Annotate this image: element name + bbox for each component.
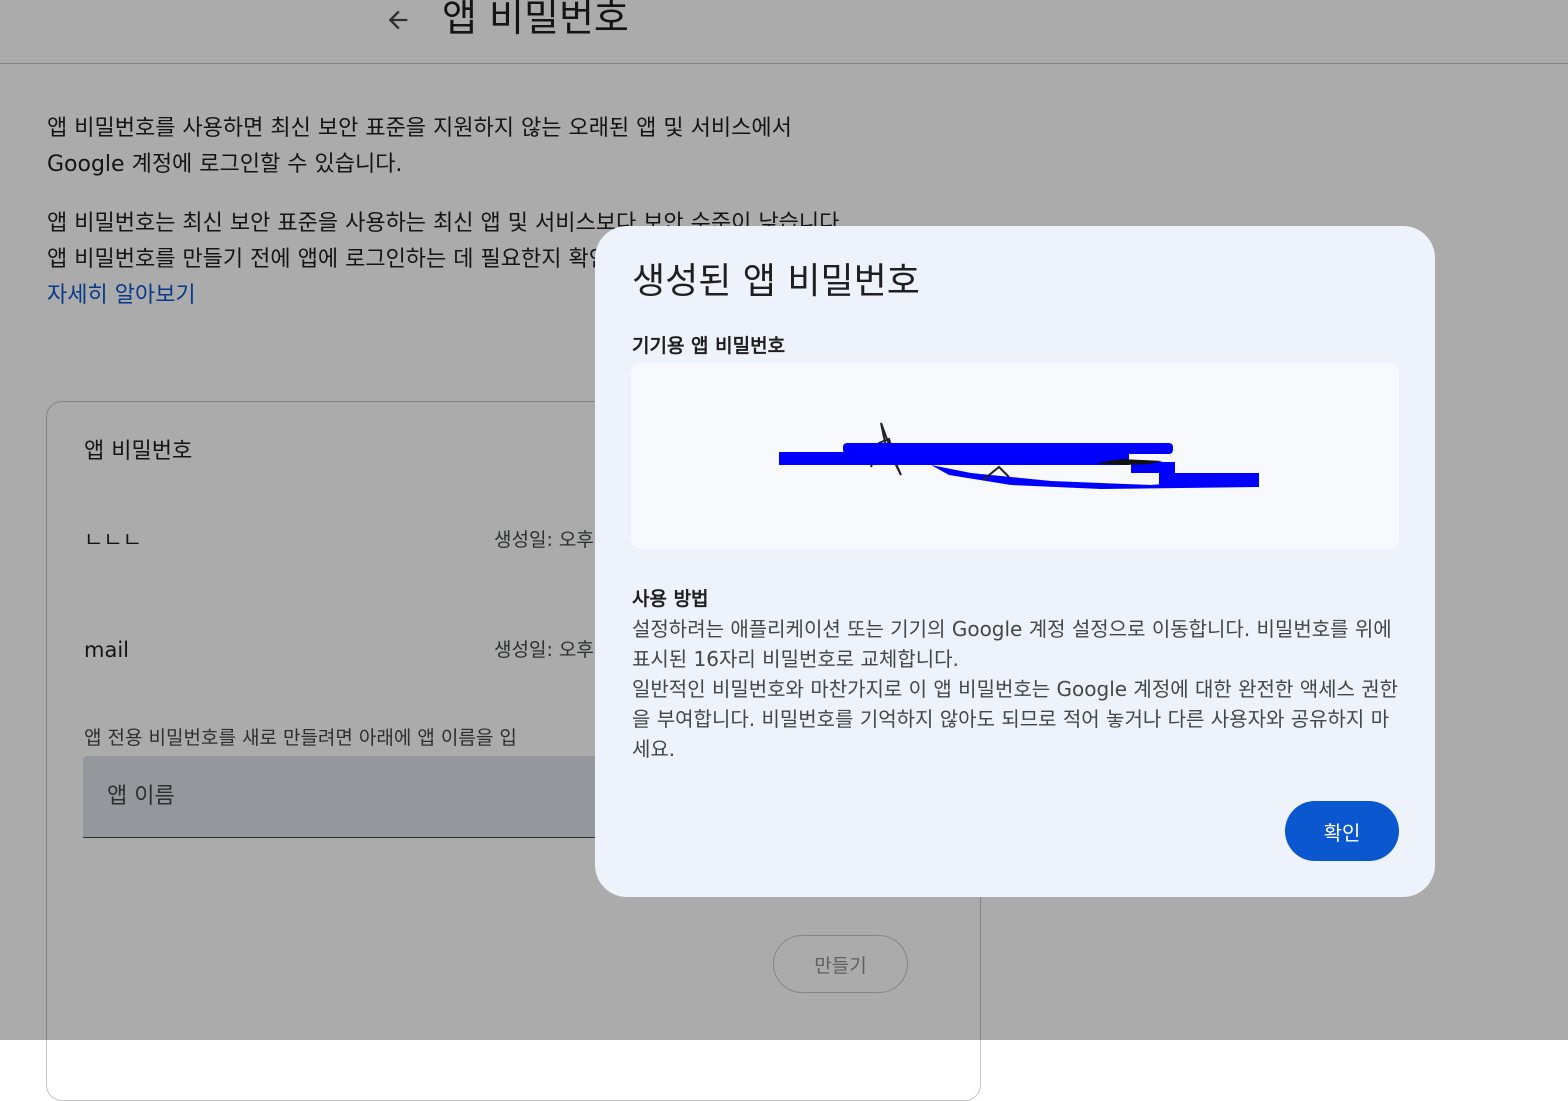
generated-password-box	[631, 363, 1399, 549]
howto-paragraph-1: 설정하려는 애플리케이션 또는 기기의 Google 계정 설정으로 이동합니다…	[632, 617, 1392, 671]
generated-password-dialog: 생성된 앱 비밀번호 기기용 앱 비밀번호 사용 방법 설정하려는 애플리케이션…	[595, 226, 1435, 897]
device-password-label: 기기용 앱 비밀번호	[632, 335, 786, 357]
dialog-title: 생성된 앱 비밀번호	[632, 261, 920, 302]
password-redaction-scribble	[779, 422, 1259, 489]
howto-text: 설정하려는 애플리케이션 또는 기기의 Google 계정 설정으로 이동합니다…	[632, 614, 1402, 764]
howto-paragraph-2: 일반적인 비밀번호와 마찬가지로 이 앱 비밀번호는 Google 계정에 대한…	[632, 677, 1399, 761]
confirm-button[interactable]: 확인	[1285, 801, 1399, 861]
howto-label: 사용 방법	[632, 588, 709, 610]
